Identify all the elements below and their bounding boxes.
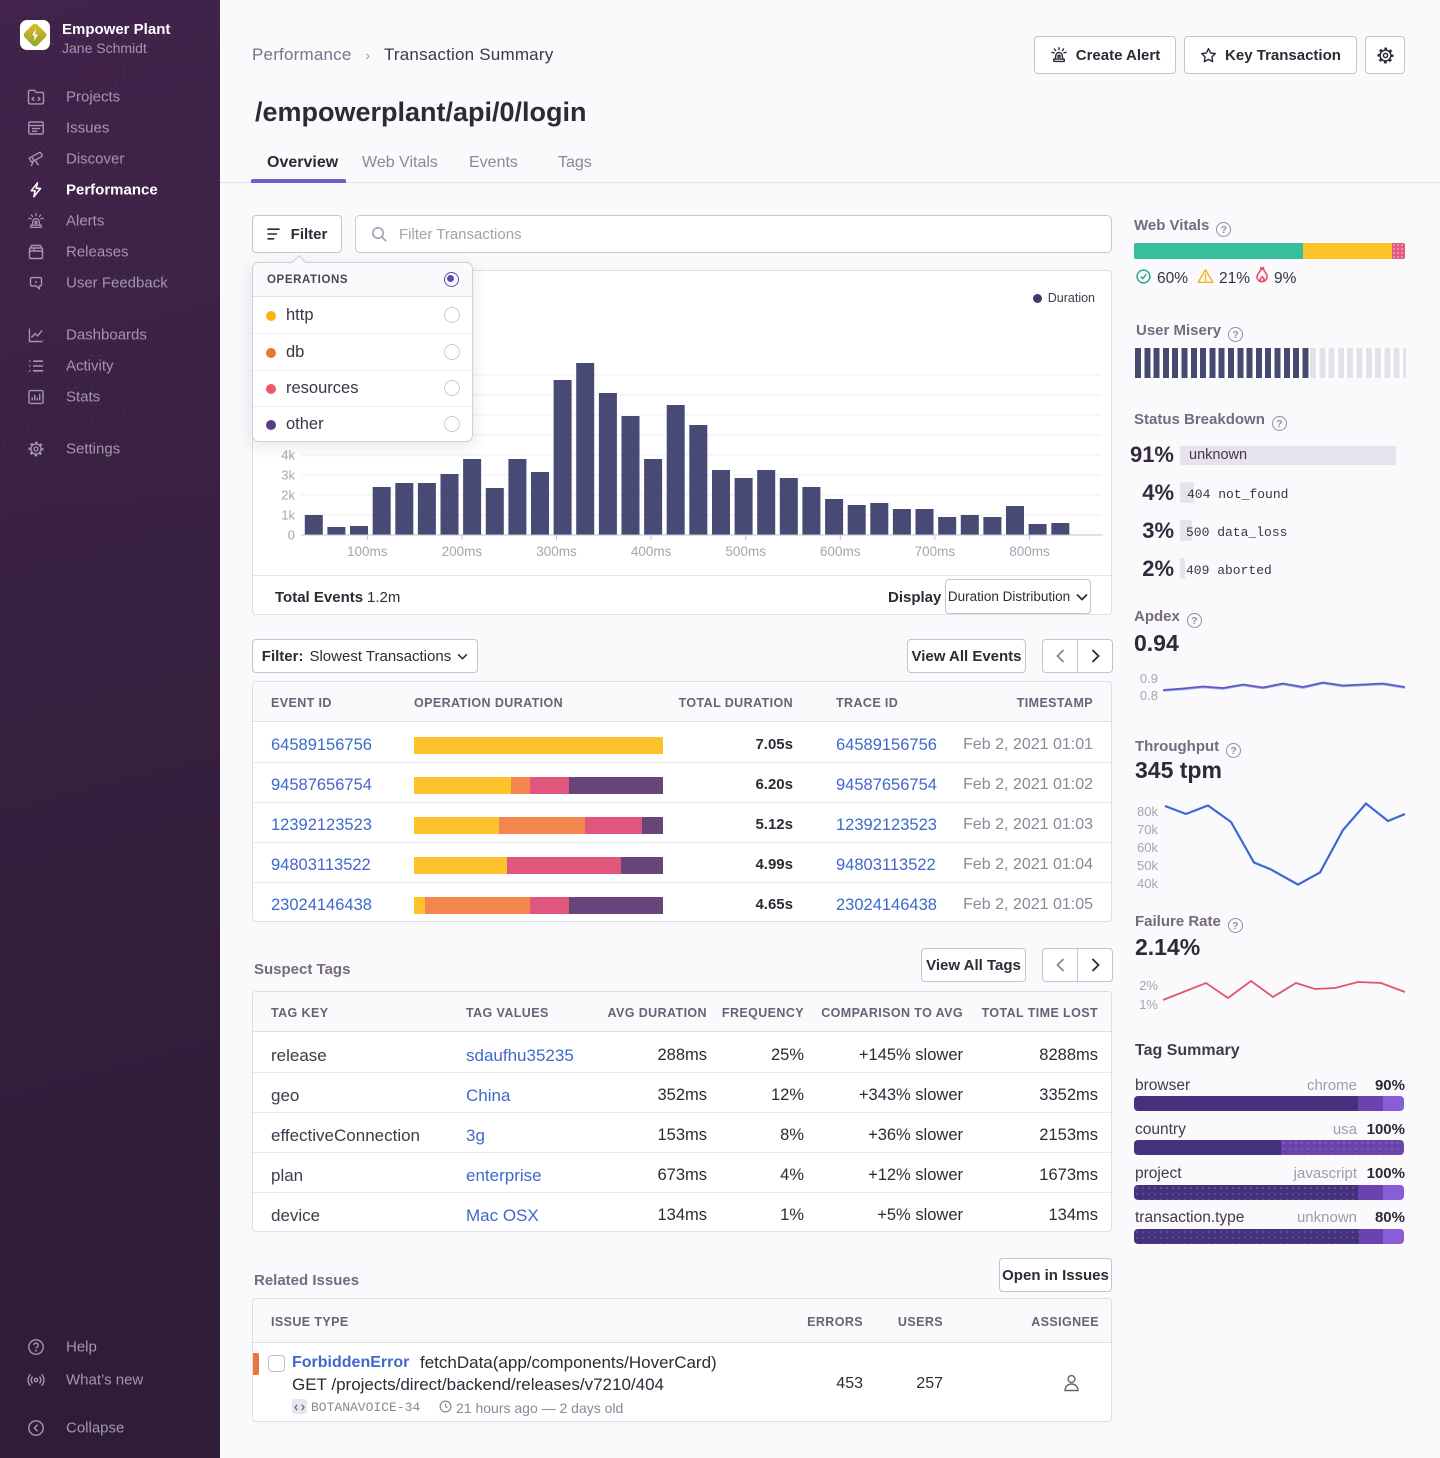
svg-text:100ms: 100ms	[347, 544, 388, 559]
svg-text:400ms: 400ms	[631, 544, 672, 559]
svg-text:700ms: 700ms	[915, 544, 956, 559]
svg-text:4k: 4k	[281, 448, 295, 463]
svg-text:500ms: 500ms	[725, 544, 766, 559]
svg-text:2k: 2k	[281, 488, 295, 503]
svg-text:0: 0	[288, 528, 295, 543]
svg-text:800ms: 800ms	[1009, 544, 1050, 559]
svg-text:200ms: 200ms	[442, 544, 483, 559]
svg-text:3k: 3k	[281, 468, 295, 483]
svg-text:300ms: 300ms	[536, 544, 577, 559]
svg-text:600ms: 600ms	[820, 544, 861, 559]
svg-text:1k: 1k	[281, 508, 295, 523]
